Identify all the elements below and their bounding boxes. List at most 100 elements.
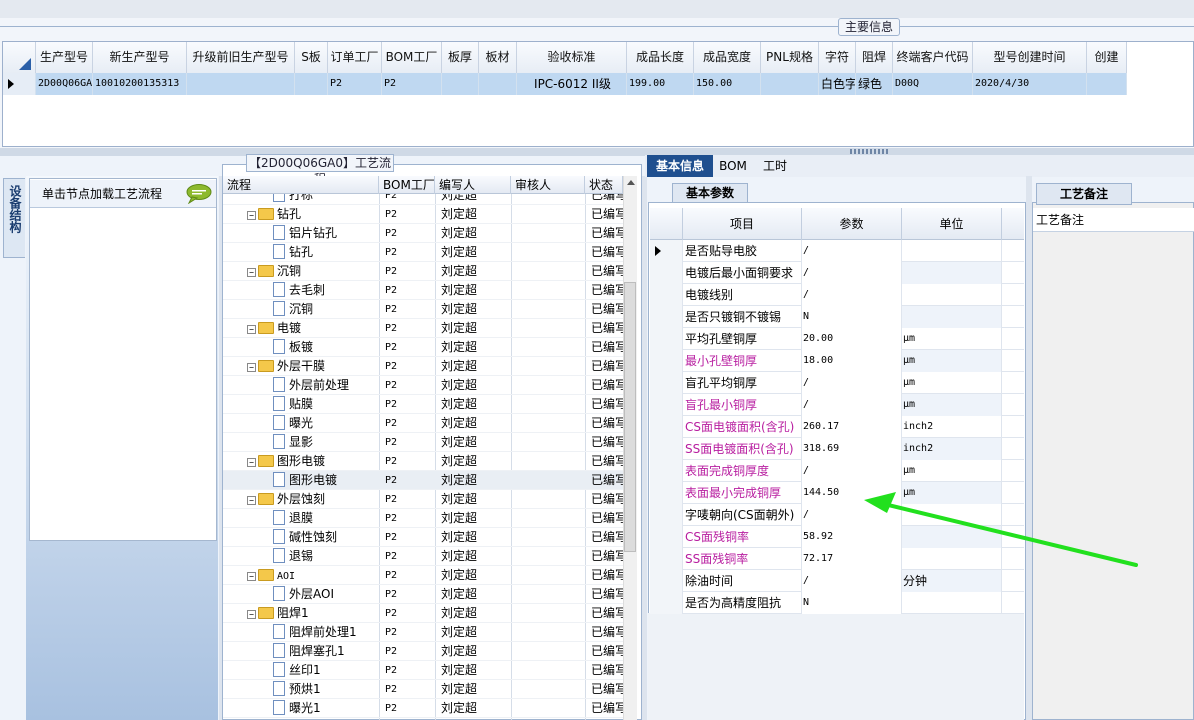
collapse-icon[interactable]: − [247,211,256,220]
tree-row[interactable]: 预烘1 P2 刘定超 已编写 [223,680,623,699]
param-row[interactable]: 电镀后最小面铜要求 / [650,262,1024,284]
main-col-header[interactable]: 板材 [479,42,517,73]
main-col-header[interactable]: BOM工厂 [382,42,442,73]
speech-bubble-icon[interactable] [186,184,212,204]
tree-row[interactable]: 曝光 P2 刘定超 已编写 [223,414,623,433]
tree-node[interactable]: 贴膜 [273,395,379,414]
param-row-indicator[interactable] [650,570,683,592]
tree-node[interactable]: 预烘1 [273,680,379,699]
param-value[interactable]: 58.92 [802,526,902,548]
tree-row[interactable]: 铝片钻孔 P2 刘定超 已编写 [223,224,623,243]
tree-node[interactable]: 退锡 [273,547,379,566]
param-row-indicator[interactable] [650,394,683,416]
tree-node[interactable]: 图形电镀 [273,471,379,490]
param-row[interactable]: SS面电镀面积(含孔) 318.69 inch2 [650,438,1024,460]
tree-row[interactable]: 退膜 P2 刘定超 已编写 [223,509,623,528]
param-value[interactable]: 318.69 [802,438,902,460]
param-value[interactable]: / [802,460,902,482]
param-row-indicator[interactable] [650,482,683,504]
tree-node[interactable]: 碱性蚀刻 [273,528,379,547]
main-cell[interactable]: D00Q [893,73,973,95]
param-row-indicator[interactable] [650,372,683,394]
main-col-header[interactable]: 验收标准 [517,42,627,73]
param-row[interactable]: 是否只镀铜不镀锡 N [650,306,1024,328]
tree-node[interactable]: 曝光 [273,414,379,433]
main-cell[interactable]: P2 [328,73,382,95]
tree-row[interactable]: 贴膜 P2 刘定超 已编写 [223,395,623,414]
tree-node[interactable]: 显影 [273,433,379,452]
param-value[interactable]: / [802,394,902,416]
device-tree-box[interactable] [29,178,217,541]
tree-node[interactable]: − 电镀 [247,319,379,338]
tree-node[interactable]: 外层AOI [273,585,379,604]
tree-row[interactable]: 沉铜 P2 刘定超 已编写 [223,300,623,319]
main-col-header[interactable]: PNL规格 [761,42,819,73]
main-cell[interactable] [479,73,517,95]
main-cell[interactable]: IPC-6012 II级 [517,73,627,95]
tree-node[interactable]: 板镀 [273,338,379,357]
main-col-header[interactable]: 生产型号 [36,42,93,73]
param-value[interactable]: 144.50 [802,482,902,504]
param-row-indicator[interactable] [650,350,683,372]
param-value[interactable]: 20.00 [802,328,902,350]
tree-row[interactable]: − 图形电镀 P2 刘定超 已编写 [223,452,623,471]
param-value[interactable]: 18.00 [802,350,902,372]
tree-row[interactable]: − 阻焊1 P2 刘定超 已编写 [223,604,623,623]
param-row[interactable]: CS面电镀面积(含孔) 260.17 inch2 [650,416,1024,438]
param-row[interactable]: 除油时间 / 分钟 [650,570,1024,592]
splitter-grip-icon[interactable] [850,149,890,154]
tree-col-header[interactable]: 流程 [223,176,379,194]
tree-row[interactable]: − AOI P2 刘定超 已编写 [223,566,623,585]
param-row-indicator[interactable] [650,504,683,526]
tree-node[interactable]: 沉铜 [273,300,379,319]
col-value[interactable]: 参数 [802,208,902,240]
main-cell[interactable] [1087,73,1127,95]
main-col-header[interactable]: 成品宽度 [694,42,761,73]
tree-row[interactable]: 阻焊塞孔1 P2 刘定超 已编写 [223,642,623,661]
main-col-header[interactable]: 升级前旧生产型号 [187,42,295,73]
tree-node[interactable]: − 钻孔 [247,205,379,224]
tree-row[interactable]: 曝光1 P2 刘定超 已编写 [223,699,623,718]
param-row[interactable]: 盲孔平均铜厚 / μm [650,372,1024,394]
param-row-indicator[interactable] [650,592,683,614]
param-value[interactable]: / [802,262,902,284]
tree-node[interactable]: − 外层干膜 [247,357,379,376]
process-tree[interactable]: 打标 P2 刘定超 已编写 − 钻孔 P2 刘定超 已编写 铝片钻孔 P2 刘定超 已编写 钻孔 P2 刘定超… [223,194,623,720]
collapse-icon[interactable]: − [247,610,256,619]
main-col-header[interactable]: 阻焊 [856,42,893,73]
tree-col-header[interactable]: BOM工厂 [379,176,435,194]
tree-row[interactable]: 打标 P2 刘定超 已编写 [223,194,623,205]
tree-row[interactable]: 显影 P2 刘定超 已编写 [223,433,623,452]
param-value[interactable]: / [802,570,902,592]
tree-scroll-thumb[interactable] [624,282,636,552]
main-cell[interactable]: 150.00 [694,73,761,95]
tree-node[interactable]: − AOI [247,566,379,585]
main-cell[interactable] [187,73,295,95]
main-col-header[interactable]: 型号创建时间 [973,42,1087,73]
main-col-header[interactable]: 订单工厂 [328,42,382,73]
param-value[interactable]: / [802,284,902,306]
tree-col-header[interactable]: 状态 [585,176,623,194]
main-cell[interactable]: 2020/4/30 [973,73,1087,95]
tab-basic-info[interactable]: 基本信息 [647,155,713,177]
tree-col-header[interactable]: 编写人 [435,176,511,194]
middle-splitter[interactable] [642,176,647,720]
param-row-indicator[interactable] [650,526,683,548]
tab-basic-params[interactable]: 基本参数 [672,183,748,203]
param-row-indicator[interactable] [650,548,683,570]
tree-node[interactable]: − 图形电镀 [247,452,379,471]
collapse-icon[interactable]: − [247,458,256,467]
col-item[interactable]: 项目 [683,208,802,240]
main-col-header[interactable]: 成品长度 [627,42,694,73]
main-info-grid[interactable]: 生产型号 新生产型号 升级前旧生产型号 S板 订单工厂 BOM工厂 板厚 板材 验收标准 成品长度… [2,41,1194,147]
param-row[interactable]: 表面完成铜厚度 / μm [650,460,1024,482]
main-cell[interactable]: P2 [382,73,442,95]
main-col-header[interactable]: 新生产型号 [93,42,187,73]
param-row[interactable]: 是否贴导电胶 / [650,240,1024,262]
tree-node[interactable]: − 外层蚀刻 [247,490,379,509]
tree-node[interactable]: 外层前处理 [273,376,379,395]
tab-bom[interactable]: BOM [717,155,749,177]
param-row[interactable]: 平均孔壁铜厚 20.00 μm [650,328,1024,350]
tree-node[interactable]: 退膜 [273,509,379,528]
main-col-header[interactable]: 创建 [1087,42,1127,73]
